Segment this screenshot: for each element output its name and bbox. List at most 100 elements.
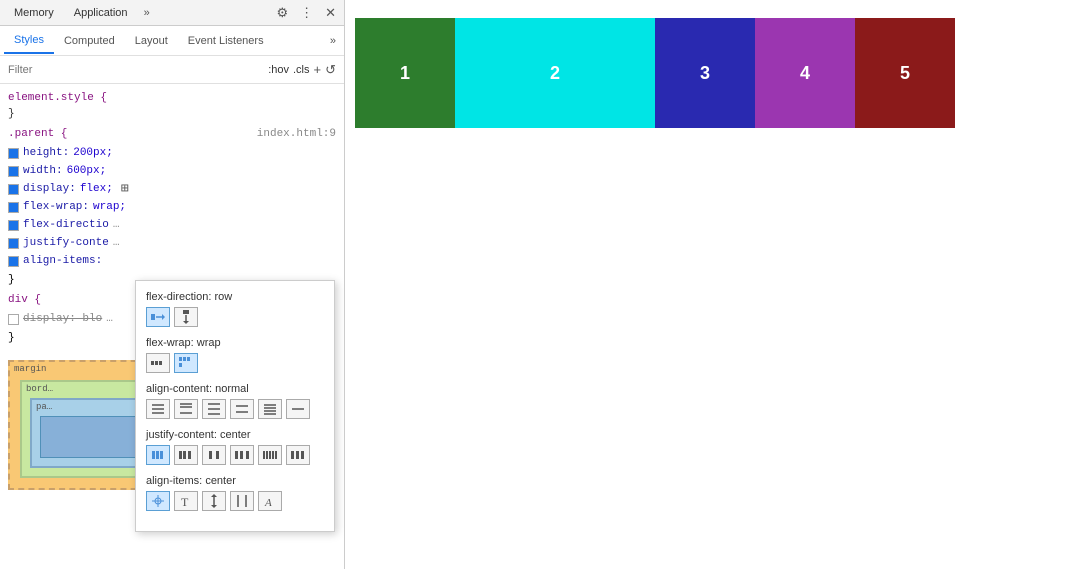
- justify-content-icon-2[interactable]: [174, 445, 198, 465]
- prop-align-items: align-items:: [0, 252, 344, 270]
- tab-computed[interactable]: Computed: [54, 29, 125, 53]
- tooltip-panel: flex-direction: row flex-wrap: wrap: [135, 280, 335, 532]
- flex-wrap-wrap-icon[interactable]: [174, 353, 198, 373]
- align-content-icon-6[interactable]: [286, 399, 310, 419]
- tooltip-flex-wrap: flex-wrap: wrap: [146, 337, 324, 373]
- flex-item-1: 1: [355, 18, 455, 128]
- width-value[interactable]: 600px;: [67, 163, 107, 179]
- align-items-icon-1[interactable]: [146, 491, 170, 511]
- filter-bar: :hov .cls + ↺: [0, 56, 344, 84]
- align-items-value: center: [205, 475, 236, 487]
- height-prop: height:: [23, 145, 69, 161]
- prop-display: display: flex; ⊞: [0, 180, 344, 198]
- tab-layout[interactable]: Layout: [125, 29, 178, 53]
- tooltip-flex-direction: flex-direction: row: [146, 291, 324, 327]
- filter-input[interactable]: [8, 64, 264, 76]
- margin-label: margin: [14, 364, 46, 374]
- flex-item-3: 3: [655, 18, 755, 128]
- element-style-rule: element.style { }: [0, 88, 344, 124]
- align-content-icon-1[interactable]: [146, 399, 170, 419]
- parent-source: index.html:9: [257, 126, 336, 142]
- justify-content-checkbox[interactable]: [8, 238, 19, 249]
- justify-content-icon-6[interactable]: [286, 445, 310, 465]
- flex-wrap-icons: [146, 353, 324, 373]
- div-selector: div {: [8, 294, 41, 306]
- div-display-checkbox[interactable]: [8, 314, 19, 325]
- justify-content-label: justify-content: center: [146, 429, 324, 441]
- filter-hov-button[interactable]: :hov: [268, 64, 289, 76]
- flex-wrap-value[interactable]: wrap;: [93, 199, 126, 215]
- align-items-icon-4[interactable]: [230, 491, 254, 511]
- height-checkbox[interactable]: [8, 148, 19, 159]
- tab-icons: ⚙ ⋮ ✕: [272, 3, 340, 23]
- align-content-label: align-content: normal: [146, 383, 324, 395]
- flex-wrap-label: flex-wrap: wrap: [146, 337, 324, 349]
- align-items-checkbox[interactable]: [8, 256, 19, 267]
- parent-rule: .parent { index.html:9: [0, 124, 344, 144]
- justify-content-icons: [146, 445, 324, 465]
- prop-flex-direction: flex-directio…: [0, 216, 344, 234]
- padding-label: pa…: [36, 402, 52, 412]
- tab-application[interactable]: Application: [64, 3, 138, 23]
- align-items-icons: T A: [146, 491, 324, 511]
- align-content-value: normal: [215, 383, 249, 395]
- align-content-icons: [146, 399, 324, 419]
- flex-item-5: 5: [855, 18, 955, 128]
- prop-justify-content: justify-conte…: [0, 234, 344, 252]
- flex-direction-checkbox[interactable]: [8, 220, 19, 231]
- flex-direction-prop: flex-directio: [23, 217, 109, 233]
- flex-wrap-checkbox[interactable]: [8, 202, 19, 213]
- flex-icon-button[interactable]: ⊞: [121, 181, 129, 197]
- justify-content-icon-1[interactable]: [146, 445, 170, 465]
- justify-content-icon-4[interactable]: [230, 445, 254, 465]
- tab-more-button[interactable]: »: [138, 3, 156, 23]
- svg-text:A: A: [264, 497, 272, 509]
- justify-content-icon-3[interactable]: [202, 445, 226, 465]
- filter-plus-button[interactable]: +: [314, 62, 322, 77]
- display-checkbox[interactable]: [8, 184, 19, 195]
- height-value[interactable]: 200px;: [73, 145, 113, 161]
- tab-memory[interactable]: Memory: [4, 3, 64, 23]
- svg-text:T: T: [181, 495, 189, 509]
- align-items-icon-2[interactable]: T: [174, 491, 198, 511]
- tab-event-listeners[interactable]: Event Listeners: [178, 29, 274, 53]
- flex-demo: 1 2 3 4 5: [355, 18, 985, 128]
- element-style-closing: }: [8, 108, 15, 120]
- align-content-icon-2[interactable]: [174, 399, 198, 419]
- tab-bar: Memory Application » ⚙ ⋮ ✕: [0, 0, 344, 26]
- align-content-icon-4[interactable]: [230, 399, 254, 419]
- sub-tab-more[interactable]: »: [326, 31, 340, 51]
- flex-direction-row-icon[interactable]: [146, 307, 170, 327]
- align-items-icon-5[interactable]: A: [258, 491, 282, 511]
- flex-wrap-prop: flex-wrap:: [23, 199, 89, 215]
- flex-wrap-nowrap-icon[interactable]: [146, 353, 170, 373]
- div-closing-brace: }: [8, 332, 15, 344]
- align-items-prop: align-items:: [23, 253, 102, 269]
- flex-direction-label: flex-direction: row: [146, 291, 324, 303]
- display-value[interactable]: flex;: [80, 181, 113, 197]
- prop-height: height: 200px;: [0, 144, 344, 162]
- div-display-prop: display: blo: [23, 311, 102, 327]
- filter-cls-button[interactable]: .cls: [293, 64, 310, 76]
- align-items-label: align-items: center: [146, 475, 324, 487]
- more-icon[interactable]: ⋮: [296, 3, 317, 23]
- flex-direction-column-icon[interactable]: [174, 307, 198, 327]
- tab-styles[interactable]: Styles: [4, 28, 54, 54]
- align-content-icon-3[interactable]: [202, 399, 226, 419]
- width-checkbox[interactable]: [8, 166, 19, 177]
- filter-refresh-button[interactable]: ↺: [325, 62, 336, 78]
- parent-closing-brace: }: [8, 274, 15, 286]
- width-prop: width:: [23, 163, 63, 179]
- justify-content-value: center: [220, 429, 251, 441]
- flex-item-4: 4: [755, 18, 855, 128]
- justify-content-prop: justify-conte: [23, 235, 109, 251]
- flex-wrap-tooltip-value: wrap: [197, 337, 221, 349]
- tooltip-align-items: align-items: center T: [146, 475, 324, 511]
- close-icon[interactable]: ✕: [321, 3, 340, 23]
- align-content-icon-5[interactable]: [258, 399, 282, 419]
- settings-icon[interactable]: ⚙: [272, 3, 292, 23]
- align-items-icon-3[interactable]: [202, 491, 226, 511]
- element-style-selector: element.style {: [8, 92, 107, 104]
- flex-direction-value: row: [214, 291, 232, 303]
- justify-content-icon-5[interactable]: [258, 445, 282, 465]
